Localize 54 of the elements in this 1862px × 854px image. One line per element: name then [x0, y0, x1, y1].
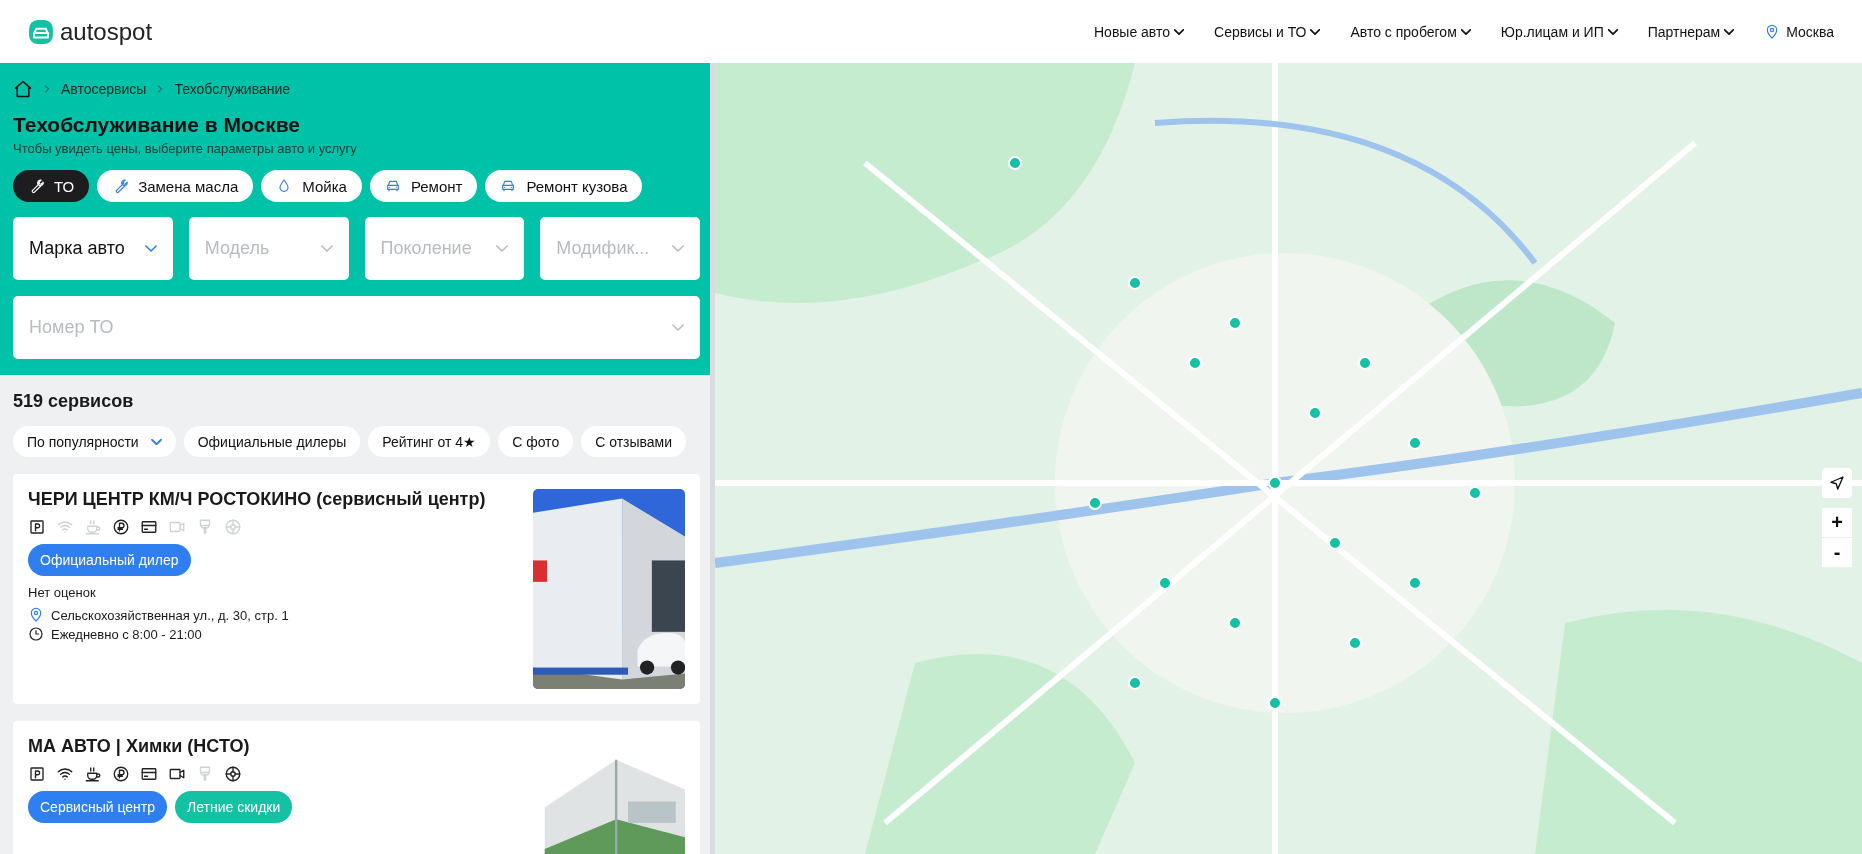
chevron-down-icon — [1174, 28, 1185, 35]
service-tag: Официальный дилер — [28, 544, 191, 576]
service-tag: Летние скидки — [175, 791, 293, 823]
filter-chip[interactable]: Рейтинг от 4★ — [368, 426, 491, 457]
page-subtitle: Чтобы увидеть цены, выберите параметры авто и услугу — [13, 141, 358, 156]
zoom-button[interactable]: + — [1822, 508, 1852, 538]
filter-chip[interactable]: С фото — [498, 426, 574, 457]
clock-icon — [28, 626, 44, 642]
service-tab[interactable]: Замена масла — [97, 170, 254, 202]
chevron-down-icon — [672, 245, 684, 252]
chevron-down-icon — [144, 245, 157, 252]
service-tag: Сервисный центр — [28, 791, 168, 823]
service-name[interactable]: МА АВТО | Химки (НСТО) — [28, 736, 250, 757]
chevron-down-icon — [320, 245, 333, 252]
nav-menu-item[interactable]: Партнерам — [1647, 23, 1735, 40]
car-icon — [384, 178, 401, 194]
logo[interactable]: autospot — [60, 17, 153, 46]
breadcrumb-link[interactable]: Техобслуживание — [174, 81, 291, 97]
breadcrumb-link[interactable]: Автосервисы — [61, 81, 147, 97]
service-tab[interactable]: Мойка — [261, 170, 362, 202]
chevron-down-icon — [672, 324, 684, 331]
chevron-down-icon — [1607, 28, 1618, 35]
chevron-down-icon — [150, 438, 162, 445]
results-count: 519 сервисов — [13, 391, 135, 412]
service-tab[interactable]: Ремонт — [369, 170, 478, 202]
page-title: Техобслуживание в Москве — [13, 113, 302, 137]
locate-button[interactable] — [1822, 468, 1852, 498]
nav-menu-item[interactable]: Новые авто — [1094, 23, 1185, 40]
nav-menu-item[interactable]: Юр.лицам и ИП — [1500, 23, 1618, 40]
filter-chip[interactable]: Официальные дилеры — [183, 426, 361, 457]
home-icon[interactable] — [13, 79, 33, 99]
city-selector[interactable]: Москва — [1764, 23, 1834, 40]
sort-dropdown[interactable]: По популярности — [13, 426, 176, 457]
filter-chip[interactable]: С отзывами — [581, 426, 687, 457]
service-tab[interactable]: Ремонт кузова — [485, 170, 643, 202]
service-card[interactable]: МА АВТО | Химки (НСТО) Сервисный центр Летние скидки — [13, 721, 700, 854]
opening-hours: Ежедневно с 8:00 - 21:00 — [51, 626, 202, 642]
service-name[interactable]: ЧЕРИ ЦЕНТР КМ/Ч РОСТОКИНО (сервисный центр) — [28, 489, 486, 510]
select-field[interactable]: Марка авто — [13, 217, 173, 280]
chevron-down-icon — [496, 245, 509, 252]
zoom-button[interactable]: - — [1822, 538, 1852, 568]
service-card[interactable]: ЧЕРИ ЦЕНТР КМ/Ч РОСТОКИНО (сервисный центр) Официальный дилер Нет оценок Сельскохозяйственная ул., д. 30, стр. 1 Ежедневно с 8:00 - 21:00 — [13, 474, 700, 704]
location-pin-icon — [28, 607, 44, 623]
chevron-down-icon — [1310, 28, 1321, 35]
navigation-arrow-icon — [1828, 474, 1846, 492]
car-icon — [500, 178, 517, 194]
car-logo-icon — [28, 18, 54, 45]
nav-menu-item[interactable]: Сервисы и ТО — [1214, 23, 1321, 40]
chevron-down-icon — [1460, 28, 1471, 35]
rating-text: Нет оценок — [28, 585, 96, 600]
service-tab[interactable]: ТО — [13, 170, 90, 202]
chevron-down-icon — [1724, 28, 1735, 35]
nav-menu-item[interactable]: Авто с пробегом — [1350, 23, 1471, 40]
address-text: Сельскохозяйственная ул., д. 30, стр. 1 — [51, 607, 289, 623]
